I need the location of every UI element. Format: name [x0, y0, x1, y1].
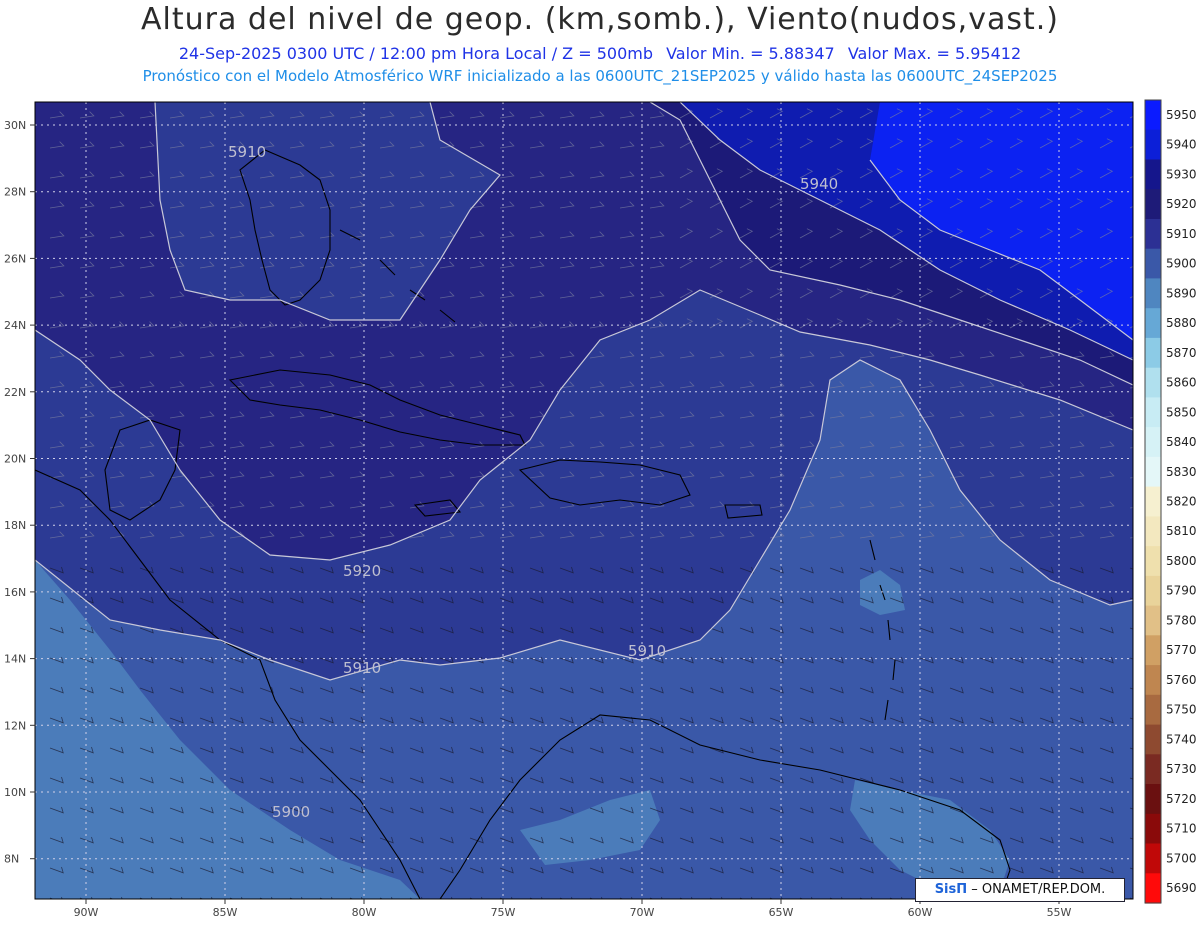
colorbar-label: 5790: [1166, 584, 1197, 598]
colorbar: 5950 5940 5930 5920 5910 5900 5890 5880 5870 5860…: [1144, 99, 1197, 904]
contour-label: 5920: [343, 562, 381, 580]
colorbar-swatch: [1145, 367, 1161, 398]
colorbar-swatch: [1145, 337, 1161, 369]
colorbar-label: 5810: [1166, 524, 1197, 538]
colorbar-swatch: [1145, 605, 1161, 636]
contour-label: 5940: [800, 175, 838, 193]
credit-box: SisΠ – ONAMET/REP.DOM.: [915, 878, 1125, 902]
colorbar-swatch: [1145, 843, 1161, 874]
colorbar-swatch: [1145, 694, 1161, 726]
latitude-label: 16N: [4, 586, 26, 599]
brand-logo-text: SisΠ: [934, 882, 968, 897]
colorbar-swatch: [1145, 516, 1161, 547]
latitude-label: 30N: [4, 119, 26, 132]
latitude-label: 22N: [4, 386, 26, 399]
contour-label: 5910: [343, 659, 381, 677]
colorbar-swatch: [1145, 100, 1161, 131]
latitude-labels: 30N 28N 26N 24N 22N 20N 18N 16N 14N 12N 10N 8N: [4, 119, 35, 866]
longitude-label: 80W: [352, 906, 377, 919]
colorbar-label: 5890: [1166, 286, 1197, 300]
colorbar-label: 5700: [1166, 851, 1197, 865]
colorbar-label: 5830: [1166, 465, 1197, 479]
colorbar-label: 5910: [1166, 227, 1197, 241]
credit-text: – ONAMET/REP.DOM.: [971, 882, 1106, 897]
colorbar-label: 5930: [1166, 167, 1197, 181]
colorbar-label: 5920: [1166, 197, 1197, 211]
colorbar-label: 5940: [1166, 138, 1197, 152]
colorbar-label: 5850: [1166, 405, 1197, 419]
colorbar-label: 5870: [1166, 346, 1197, 360]
longitude-label: 70W: [630, 906, 655, 919]
colorbar-swatch: [1145, 129, 1161, 160]
colorbar-swatch: [1145, 456, 1161, 488]
colorbar-swatch: [1145, 784, 1161, 815]
colorbar-label: 5750: [1166, 703, 1197, 717]
colorbar-swatch: [1145, 665, 1161, 696]
contour-label: 5910: [228, 143, 266, 161]
colorbar-swatch: [1145, 427, 1161, 458]
colorbar-swatch: [1145, 248, 1161, 279]
map-container: 5910 5940 5920 5910 5910 5900 30N 28N 26N 2…: [0, 0, 1200, 931]
colorbar-label: 5760: [1166, 673, 1197, 687]
colorbar-swatch: [1145, 278, 1161, 309]
colorbar-label: 5800: [1166, 554, 1197, 568]
colorbar-swatch: [1145, 219, 1161, 250]
colorbar-label: 5860: [1166, 376, 1197, 390]
latitude-label: 10N: [4, 786, 26, 799]
longitude-label: 65W: [769, 906, 794, 919]
colorbar-label: 5900: [1166, 257, 1197, 271]
colorbar-swatch: [1145, 873, 1161, 904]
colorbar-label: 5880: [1166, 316, 1197, 330]
longitude-label: 90W: [74, 906, 99, 919]
longitude-label: 55W: [1047, 906, 1072, 919]
colorbar-swatch: [1145, 813, 1161, 845]
colorbar-swatch: [1145, 546, 1161, 577]
latitude-label: 26N: [4, 252, 26, 265]
colorbar-swatch: [1145, 724, 1161, 755]
colorbar-swatch: [1145, 575, 1161, 607]
colorbar-label: 5780: [1166, 614, 1197, 628]
colorbar-label: 5730: [1166, 762, 1197, 776]
longitude-labels: 90W 85W 80W 75W 70W 65W 60W 55W: [74, 899, 1072, 919]
colorbar-swatch: [1145, 635, 1161, 666]
latitude-label: 28N: [4, 186, 26, 199]
colorbar-label: 5840: [1166, 435, 1197, 449]
latitude-label: 8N: [4, 853, 19, 866]
latitude-label: 12N: [4, 719, 26, 732]
colorbar-swatch: [1145, 486, 1161, 517]
latitude-label: 24N: [4, 319, 26, 332]
contour-label: 5900: [272, 803, 310, 821]
colorbar-swatch: [1145, 397, 1161, 428]
colorbar-swatch: [1145, 308, 1161, 339]
longitude-label: 60W: [908, 906, 933, 919]
colorbar-label: 5770: [1166, 643, 1197, 657]
latitude-label: 18N: [4, 519, 26, 532]
colorbar-swatch: [1145, 159, 1161, 190]
colorbar-label: 5740: [1166, 732, 1197, 746]
colorbar-label: 5710: [1166, 822, 1197, 836]
colorbar-swatch: [1145, 754, 1161, 785]
colorbar-swatch: [1145, 189, 1161, 220]
contour-label: 5910: [628, 642, 666, 660]
colorbar-label: 5820: [1166, 495, 1197, 509]
latitude-label: 20N: [4, 453, 26, 466]
colorbar-label: 5950: [1166, 108, 1197, 122]
colorbar-label: 5720: [1166, 792, 1197, 806]
latitude-label: 14N: [4, 653, 26, 666]
longitude-label: 85W: [213, 906, 238, 919]
longitude-label: 75W: [491, 906, 516, 919]
colorbar-label: 5690: [1166, 881, 1197, 895]
